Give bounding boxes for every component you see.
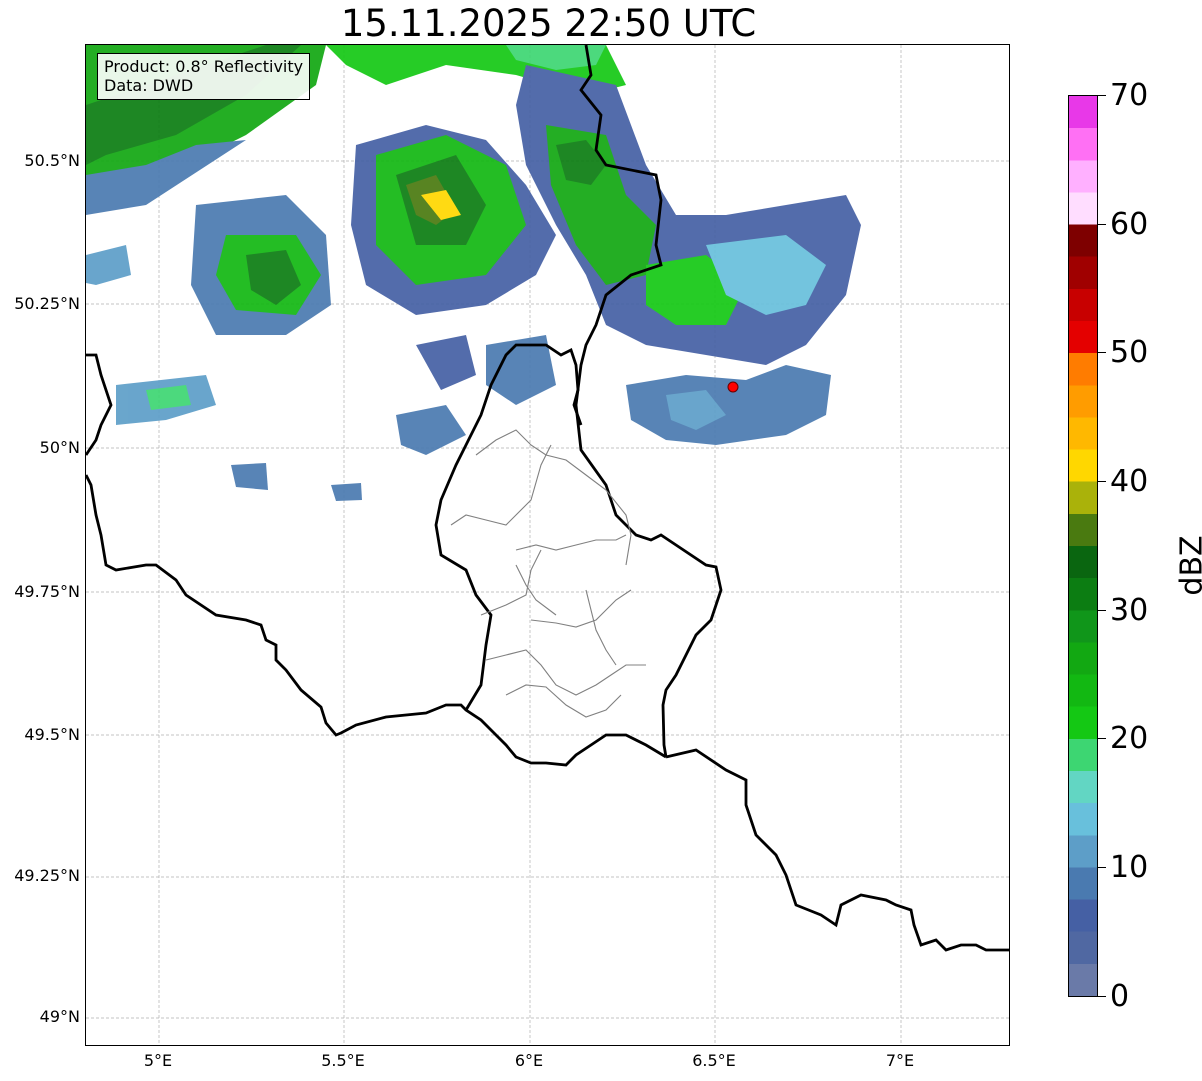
colorbar-tick (1098, 738, 1106, 739)
colorbar-tick-label: 0 (1110, 979, 1130, 1014)
colorbar-tick (1098, 352, 1106, 353)
colorbar-tick (1098, 224, 1106, 225)
colorbar-tick (1098, 867, 1106, 868)
radar-site-marker (727, 381, 739, 393)
admin-borders (450, 429, 646, 718)
lon-tick-label: 7°E (885, 1051, 915, 1070)
lat-tick-label: 50.25°N (14, 294, 80, 313)
data-source-label: Data: DWD (104, 76, 194, 95)
lon-tick-label: 5.5°E (321, 1051, 365, 1070)
lat-tick-label: 50°N (39, 438, 80, 457)
lon-tick-label: 6.5°E (692, 1051, 736, 1070)
lon-tick-label: 5°E (143, 1051, 173, 1070)
info-box: Product: 0.8° Reflectivity Data: DWD (97, 53, 311, 100)
colorbar-tick (1098, 996, 1106, 997)
product-label: Product: 0.8° Reflectivity (104, 57, 304, 76)
colorbar-tick-label: 30 (1110, 593, 1149, 628)
colorbar-tick-label: 50 (1110, 335, 1149, 370)
colorbar-tick-label: 40 (1110, 464, 1149, 499)
lat-tick-label: 49.25°N (14, 866, 80, 885)
colorbar-tick-label: 60 (1110, 207, 1149, 242)
colorbar-tick-label: 10 (1110, 850, 1149, 885)
lat-tick-label: 49°N (39, 1007, 80, 1026)
lon-tick-label: 6°E (514, 1051, 544, 1070)
colorbar-tick-label: 70 (1110, 78, 1149, 113)
lat-tick-label: 49.5°N (24, 725, 80, 744)
colorbar-tick (1098, 610, 1106, 611)
map-canvas (86, 45, 1009, 1045)
colorbar-title: dBZ (1174, 535, 1202, 596)
colorbar-tick (1098, 95, 1106, 96)
lat-tick-label: 49.75°N (14, 582, 80, 601)
colorbar-tick (1098, 481, 1106, 482)
radar-map[interactable] (85, 44, 1010, 1046)
colorbar (1068, 95, 1098, 997)
lat-tick-label: 50.5°N (24, 151, 80, 170)
colorbar-tick-label: 20 (1110, 721, 1149, 756)
map-title: 15.11.2025 22:50 UTC (340, 2, 757, 45)
